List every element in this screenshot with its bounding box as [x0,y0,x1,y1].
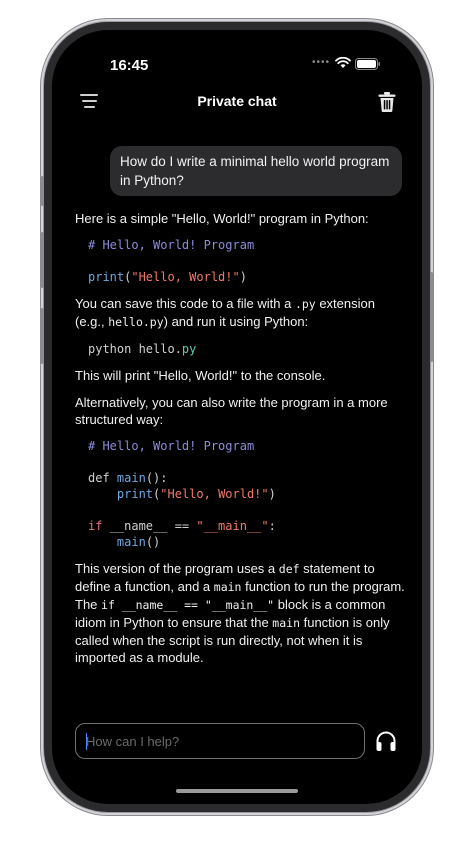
phone-volume-down-button [41,308,44,364]
trash-icon[interactable] [377,91,397,113]
response-save-instructions: You can save this code to a file with a … [75,296,375,329]
code-print: print [88,270,125,284]
wifi-icon [335,57,351,68]
chat-input[interactable] [76,724,384,758]
code-block-simple: # Hello, World! Program print("Hello, Wo… [88,238,255,284]
response-explanation: This version of the program uses a def s… [75,561,405,665]
phone-volume-up-button [41,232,44,288]
user-message-bubble: How do I write a minimal hello world pro… [110,146,402,196]
chat-title: Private chat [197,93,277,109]
code-comment: # Hello, World! Program [88,238,255,252]
phone-action-button [41,176,44,206]
response-output-note: This will print "Hello, World!" to the c… [75,368,326,383]
response-intro: Here is a simple "Hello, World!" program… [75,211,369,226]
text-cursor [86,733,87,750]
home-indicator[interactable] [176,789,298,793]
headphones-icon[interactable] [374,729,398,753]
app-screen: 16:45 •••• Private chat How do I write a… [52,30,422,804]
status-time: 16:45 [110,57,149,74]
assistant-response: Here is a simple "Hello, World!" program… [75,210,405,676]
battery-icon [355,58,380,70]
phone-power-button [430,272,433,362]
code-block-run-command: python hello.py [88,342,197,356]
code-block-structured: # Hello, World! Program def main(): prin… [88,439,276,549]
cellular-signal-icon: •••• [312,57,331,68]
code-string: "Hello, World!" [131,270,240,284]
chat-input-container[interactable] [75,723,384,759]
response-alternative: Alternatively, you can also write the pr… [75,395,388,427]
